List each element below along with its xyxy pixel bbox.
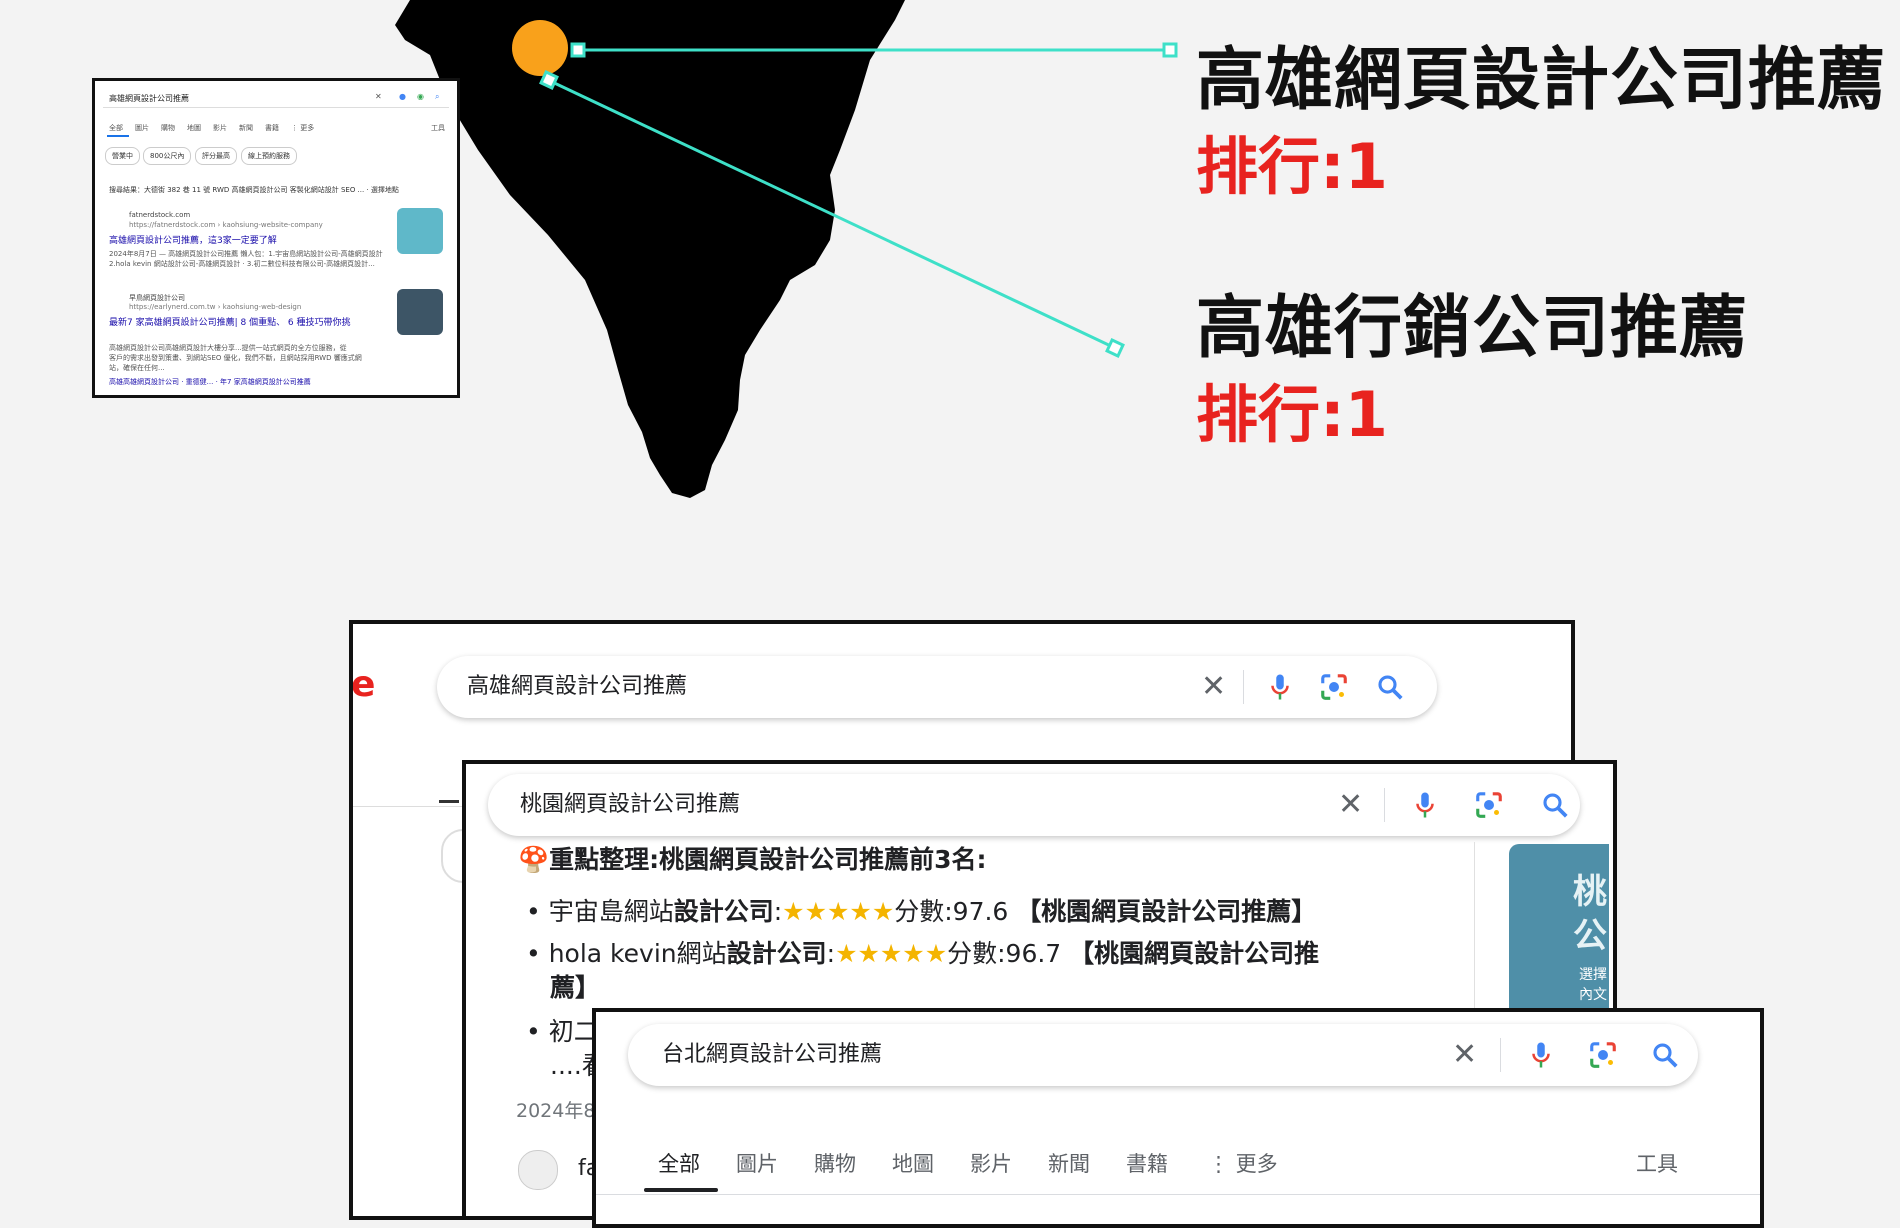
star-rating-icon: ★★★★★ bbox=[835, 939, 948, 968]
thumb-chip: 800公尺內 bbox=[143, 147, 192, 165]
thumb-result2-url: https://earlynerd.com.tw › kaohsiung-web… bbox=[129, 303, 302, 311]
tab-images[interactable]: 圖片 bbox=[736, 1148, 778, 1178]
thumb-result1-title: 高雄網頁設計公司推薦，這3家一定要了解 bbox=[109, 236, 277, 246]
microphone-icon[interactable] bbox=[1410, 790, 1440, 820]
mushroom-icon: 🍄 bbox=[518, 845, 550, 874]
connector-handle bbox=[1105, 338, 1125, 358]
tab-videos[interactable]: 影片 bbox=[970, 1148, 1012, 1178]
bullet-item-1: • 宇宙島網站設計公司:★★★★★分數:97.6 【桃園網頁設計公司推薦】 bbox=[526, 897, 1317, 926]
search-bar-taipei[interactable]: 台北網頁設計公司推薦 ✕ bbox=[628, 1024, 1698, 1086]
thumb-chip: 線上預約服務 bbox=[241, 147, 297, 165]
connector-handle bbox=[1162, 42, 1178, 58]
bullet-item-3: • 初二 bbox=[526, 1017, 599, 1046]
search-divider bbox=[1384, 788, 1385, 822]
search-result-thumbnail: 高雄網頁設計公司推薦 ✕ ● ◉ ⌕ 全部 圖片 購物 地圖 影片 新聞 書籍 … bbox=[92, 78, 460, 398]
divider-line bbox=[353, 806, 473, 807]
thumb-result2-site: 早鳥網頁設計公司 bbox=[129, 294, 185, 302]
thumb-chip: 評分最高 bbox=[195, 147, 237, 165]
thumb-tab: 購物 bbox=[161, 124, 175, 132]
tab-shopping[interactable]: 購物 bbox=[814, 1148, 856, 1178]
rank-label-2: 排行:1 bbox=[1196, 378, 1388, 451]
thumb-result2-links: 高雄高雄網頁設計公司 · 重德健... · 年7 家高雄網頁設計公司推薦 bbox=[109, 378, 311, 386]
thumb-result2-snippet: 站，確保在任何... bbox=[109, 364, 165, 372]
search-icon: ⌕ bbox=[435, 92, 440, 101]
google-lens-icon[interactable] bbox=[1588, 1040, 1618, 1070]
thumb-result2-title: 最新7 家高雄網頁設計公司推薦| 8 個重點、 6 種技巧帶你挑 bbox=[109, 318, 351, 328]
thumb-result1-snippet: 2.hola kevin 網站設計公司-高雄網頁設計 · 3.初二數位科技有限公… bbox=[109, 260, 375, 268]
lens-icon: ◉ bbox=[417, 92, 424, 101]
location-dot bbox=[512, 20, 568, 76]
heading-kaohsiung-web-design: 高雄網頁設計公司推薦 bbox=[1196, 41, 1887, 120]
google-lens-icon[interactable] bbox=[1474, 790, 1504, 820]
search-input[interactable]: 台北網頁設計公司推薦 bbox=[662, 1024, 882, 1086]
thumb-local-line: 搜尋結果：大德街 382 巷 11 號 RWD 高雄網頁設計公司 客製化網站設計… bbox=[109, 186, 399, 194]
thumb-tab: 影片 bbox=[213, 124, 227, 132]
google-window-taipei: 台北網頁設計公司推薦 ✕ 全部 圖片 購物 地圖 影片 新聞 書籍 ⋮ 更多 工… bbox=[592, 1008, 1764, 1228]
tab-all[interactable]: 全部 bbox=[658, 1148, 700, 1178]
tab-indicator bbox=[439, 800, 459, 803]
thumb-result1-site: fatnerdstock.com bbox=[129, 211, 191, 219]
connector-handle bbox=[570, 42, 586, 58]
bullet-item-2: • hola kevin網站設計公司:★★★★★分數:96.7 【桃園網頁設計公… bbox=[526, 939, 1320, 968]
summary-heading: 🍄重點整理:桃園網頁設計公司推薦前3名: bbox=[518, 845, 987, 874]
active-tab-indicator bbox=[644, 1188, 718, 1192]
search-icon[interactable] bbox=[1540, 790, 1570, 820]
rank-label-1: 排行:1 bbox=[1196, 130, 1388, 203]
bullet-item-2-wrap: 薦】 bbox=[550, 973, 601, 1002]
tab-books[interactable]: 書籍 bbox=[1126, 1148, 1168, 1178]
thumb-tab-tools: 工具 bbox=[431, 124, 445, 132]
thumb-search-query: 高雄網頁設計公司推薦 bbox=[109, 94, 189, 103]
thumb-result1-image bbox=[397, 208, 443, 254]
search-bar-kaohsiung[interactable]: 高雄網頁設計公司推薦 ✕ bbox=[437, 656, 1437, 718]
microphone-icon[interactable] bbox=[1265, 672, 1295, 702]
microphone-icon: ● bbox=[399, 92, 406, 101]
thumb-tab: 地圖 bbox=[187, 124, 201, 132]
thumb-active-tab-indicator bbox=[107, 135, 129, 137]
thumb-result1-url: https://fatnerdstock.com › kaohsiung-web… bbox=[129, 221, 323, 229]
thumb-tab: 全部 bbox=[109, 124, 123, 132]
clear-search-button[interactable]: ✕ bbox=[1201, 656, 1226, 718]
close-icon: ✕ bbox=[375, 92, 382, 101]
google-logo-fragment: e bbox=[351, 664, 376, 705]
thumb-chip: 營業中 bbox=[105, 147, 140, 165]
thumb-tab: ⋮ 更多 bbox=[291, 124, 315, 132]
search-divider bbox=[1243, 670, 1244, 704]
search-input[interactable]: 桃園網頁設計公司推薦 bbox=[520, 774, 740, 836]
thumb-result1-snippet: 2024年8月7日 — 高雄網頁設計公司推薦 懶人包：1.宇宙島網站設計公司-高… bbox=[109, 250, 383, 258]
google-lens-icon[interactable] bbox=[1319, 672, 1349, 702]
search-icon[interactable] bbox=[1375, 672, 1405, 702]
star-rating-icon: ★★★★★ bbox=[782, 897, 895, 926]
tab-maps[interactable]: 地圖 bbox=[892, 1148, 934, 1178]
tab-news[interactable]: 新聞 bbox=[1048, 1148, 1090, 1178]
thumb-tab: 書籍 bbox=[265, 124, 279, 132]
clear-search-button[interactable]: ✕ bbox=[1338, 774, 1363, 836]
heading-kaohsiung-marketing: 高雄行銷公司推薦 bbox=[1196, 289, 1749, 368]
thumb-result2-image bbox=[397, 289, 443, 335]
thumb-result2-snippet: 高雄網頁設計公司高雄網頁設計大樓分享...提供一站式網頁的全方位服務，從 bbox=[109, 344, 347, 352]
search-icon[interactable] bbox=[1650, 1040, 1680, 1070]
search-input[interactable]: 高雄網頁設計公司推薦 bbox=[467, 656, 687, 718]
tab-more[interactable]: ⋮ 更多 bbox=[1208, 1148, 1278, 1178]
connector-handle bbox=[539, 70, 559, 90]
tabs-divider bbox=[596, 1194, 1760, 1195]
clear-search-button[interactable]: ✕ bbox=[1452, 1024, 1477, 1086]
search-divider bbox=[1500, 1038, 1501, 1072]
tab-tools[interactable]: 工具 bbox=[1636, 1148, 1678, 1178]
thumb-tab: 圖片 bbox=[135, 124, 149, 132]
microphone-icon[interactable] bbox=[1526, 1040, 1556, 1070]
thumb-tab: 新聞 bbox=[239, 124, 253, 132]
thumb-search-bar: 高雄網頁設計公司推薦 ✕ ● ◉ ⌕ bbox=[103, 89, 449, 108]
search-bar-taoyuan[interactable]: 桃園網頁設計公司推薦 ✕ bbox=[488, 774, 1580, 836]
map-land-shape bbox=[395, 0, 905, 498]
site-favicon bbox=[518, 1150, 558, 1190]
thumb-result2-snippet: 客戶的需求出發到策畫、到網站SEO 優化，我們不斷，且網站採用RWD 響應式網 bbox=[109, 354, 362, 362]
